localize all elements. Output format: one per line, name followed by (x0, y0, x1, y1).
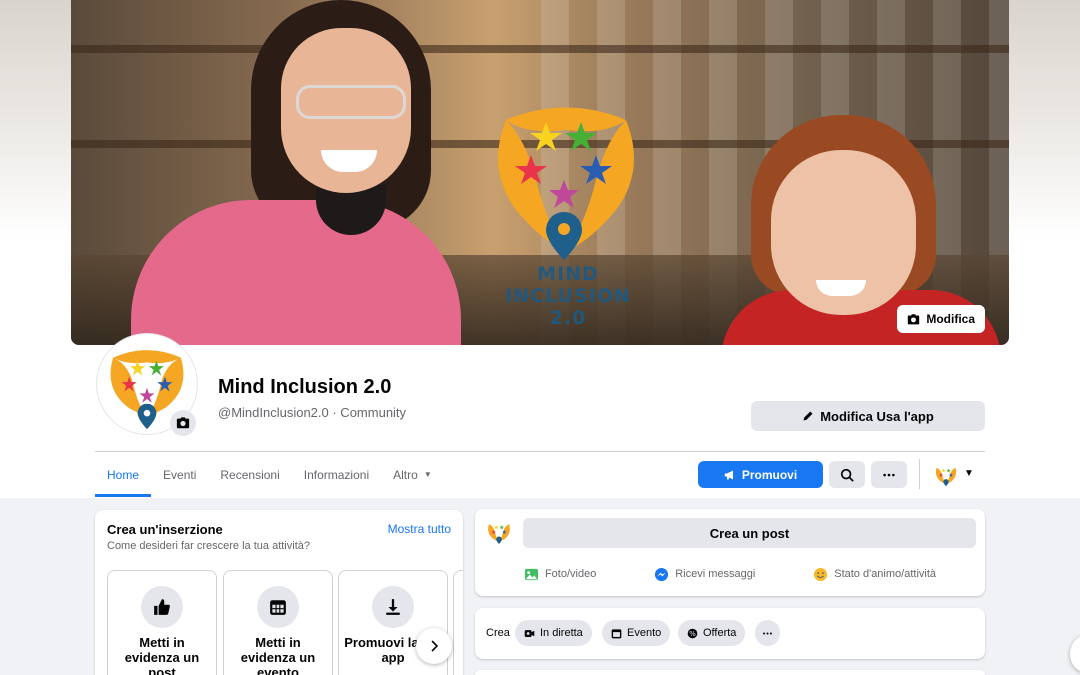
tile-label: Metti in evidenza un post (124, 635, 200, 675)
action-label: Stato d'animo/attività (834, 568, 937, 580)
cover-logo-text-line2: 2.0 (549, 307, 587, 329)
tab-label: Altro (393, 467, 418, 482)
promote-button[interactable]: Promuovi (698, 461, 823, 488)
show-all-link[interactable]: Mostra tutto (388, 522, 451, 536)
megaphone-icon (724, 470, 733, 479)
offer-icon: % (687, 628, 698, 638)
cover-person-left-body (131, 200, 461, 345)
messenger-icon (655, 567, 669, 581)
thumbs-up-icon (154, 599, 170, 615)
tab-about[interactable]: Informazioni (292, 452, 381, 497)
tab-more[interactable]: Altro ▼ (381, 452, 444, 497)
edit-cover-label: Modifica (926, 312, 975, 326)
boost-post-tile[interactable]: Metti in evidenza un post (107, 570, 217, 675)
cover-logo-text-line1: MIND INCLUSION (505, 263, 631, 307)
tile-icon-circle (141, 586, 183, 628)
action-label: Foto/video (544, 568, 597, 580)
tile-icon-circle (372, 586, 414, 628)
composer-card: Crea un post Foto/video Ricevi messaggi … (475, 509, 985, 596)
live-video-icon (524, 629, 535, 637)
get-messages-button[interactable]: Ricevi messaggi (654, 561, 755, 587)
caret-down-icon[interactable]: ▼ (964, 468, 974, 479)
photo-video-icon (524, 568, 539, 580)
create-ad-card: Crea un'inserzione Come desideri far cre… (95, 510, 463, 675)
edit-use-app-label: Modifica Usa l'app (820, 408, 934, 424)
more-chip[interactable] (755, 620, 780, 646)
create-bar-card: Crea In diretta Evento % Offerta (475, 608, 985, 659)
edit-use-app-button[interactable]: Modifica Usa l'app (751, 401, 985, 431)
more-icon (883, 473, 895, 476)
feeling-icon (814, 567, 828, 581)
caret-down-icon: ▼ (423, 470, 432, 479)
chip-label: In diretta (540, 627, 583, 639)
page-title[interactable]: Mind Inclusion 2.0 (218, 376, 391, 399)
tile-label: Metti in evidenza un evento (240, 635, 316, 675)
chevron-right-icon (431, 640, 439, 652)
tab-label: Home (107, 467, 140, 482)
tab-reviews[interactable]: Recensioni (208, 452, 291, 497)
boost-event-tile[interactable]: Metti in evidenza un evento (223, 570, 333, 675)
camera-icon (176, 417, 190, 429)
composer-avatar[interactable] (485, 518, 513, 546)
create-post-button[interactable]: Crea un post (523, 518, 976, 548)
page-username-category: @MindInclusion2.0 · Community (218, 405, 407, 420)
more-options-button[interactable] (871, 461, 907, 488)
feeling-activity-button[interactable]: Stato d'animo/attività (813, 561, 936, 587)
svg-text:%: % (689, 629, 696, 637)
tab-label: Informazioni (303, 467, 370, 482)
action-label: Ricevi messaggi (675, 568, 756, 580)
tile-icon-circle (257, 586, 299, 628)
page-tabs: Home Eventi Recensioni Informazioni Altr… (95, 452, 444, 497)
edit-avatar-button[interactable] (170, 410, 196, 436)
promote-label: Promuovi (741, 467, 798, 482)
create-bar-label: Crea (486, 627, 510, 639)
download-icon (386, 599, 400, 615)
page-logo-small (488, 524, 510, 545)
live-video-chip[interactable]: In diretta (515, 620, 592, 646)
toolbar-separator (919, 459, 920, 489)
page-logo-small (935, 467, 957, 487)
partial-tile[interactable] (453, 570, 463, 675)
tab-label: Eventi (163, 467, 197, 482)
calendar-icon (611, 628, 622, 638)
offer-chip[interactable]: % Offerta (678, 620, 746, 646)
create-ad-subtitle: Come desideri far crescere la tua attivi… (107, 540, 310, 552)
event-chip[interactable]: Evento (602, 620, 671, 646)
pencil-icon (803, 411, 813, 421)
search-button[interactable] (829, 461, 865, 488)
chip-label: Evento (627, 627, 662, 639)
camera-icon (908, 313, 920, 324)
cover-shelf (71, 45, 1009, 53)
cover-person-left-glasses (296, 85, 406, 119)
chip-label: Offerta (703, 627, 737, 639)
tab-events[interactable]: Eventi (151, 452, 208, 497)
edit-cover-button[interactable]: Modifica (897, 305, 985, 333)
feed-card-partial (475, 670, 985, 675)
cover-photo: MIND INCLUSION 2.0 Modifica (71, 0, 1009, 345)
create-ad-title: Crea un'inserzione (107, 522, 223, 537)
carousel-next-button[interactable] (416, 628, 452, 664)
more-icon (763, 631, 772, 635)
composer-actions: Foto/video Ricevi messaggi Stato d'animo… (475, 561, 985, 587)
switch-profile-avatar[interactable] (933, 462, 959, 488)
cover-logo-text: MIND INCLUSION 2.0 (483, 263, 653, 329)
tab-home[interactable]: Home (95, 452, 152, 497)
calendar-icon (270, 600, 286, 615)
edge-floating-button[interactable] (1070, 636, 1080, 672)
search-icon (840, 468, 854, 482)
photo-video-button[interactable]: Foto/video (524, 561, 596, 587)
tab-label: Recensioni (220, 467, 280, 482)
